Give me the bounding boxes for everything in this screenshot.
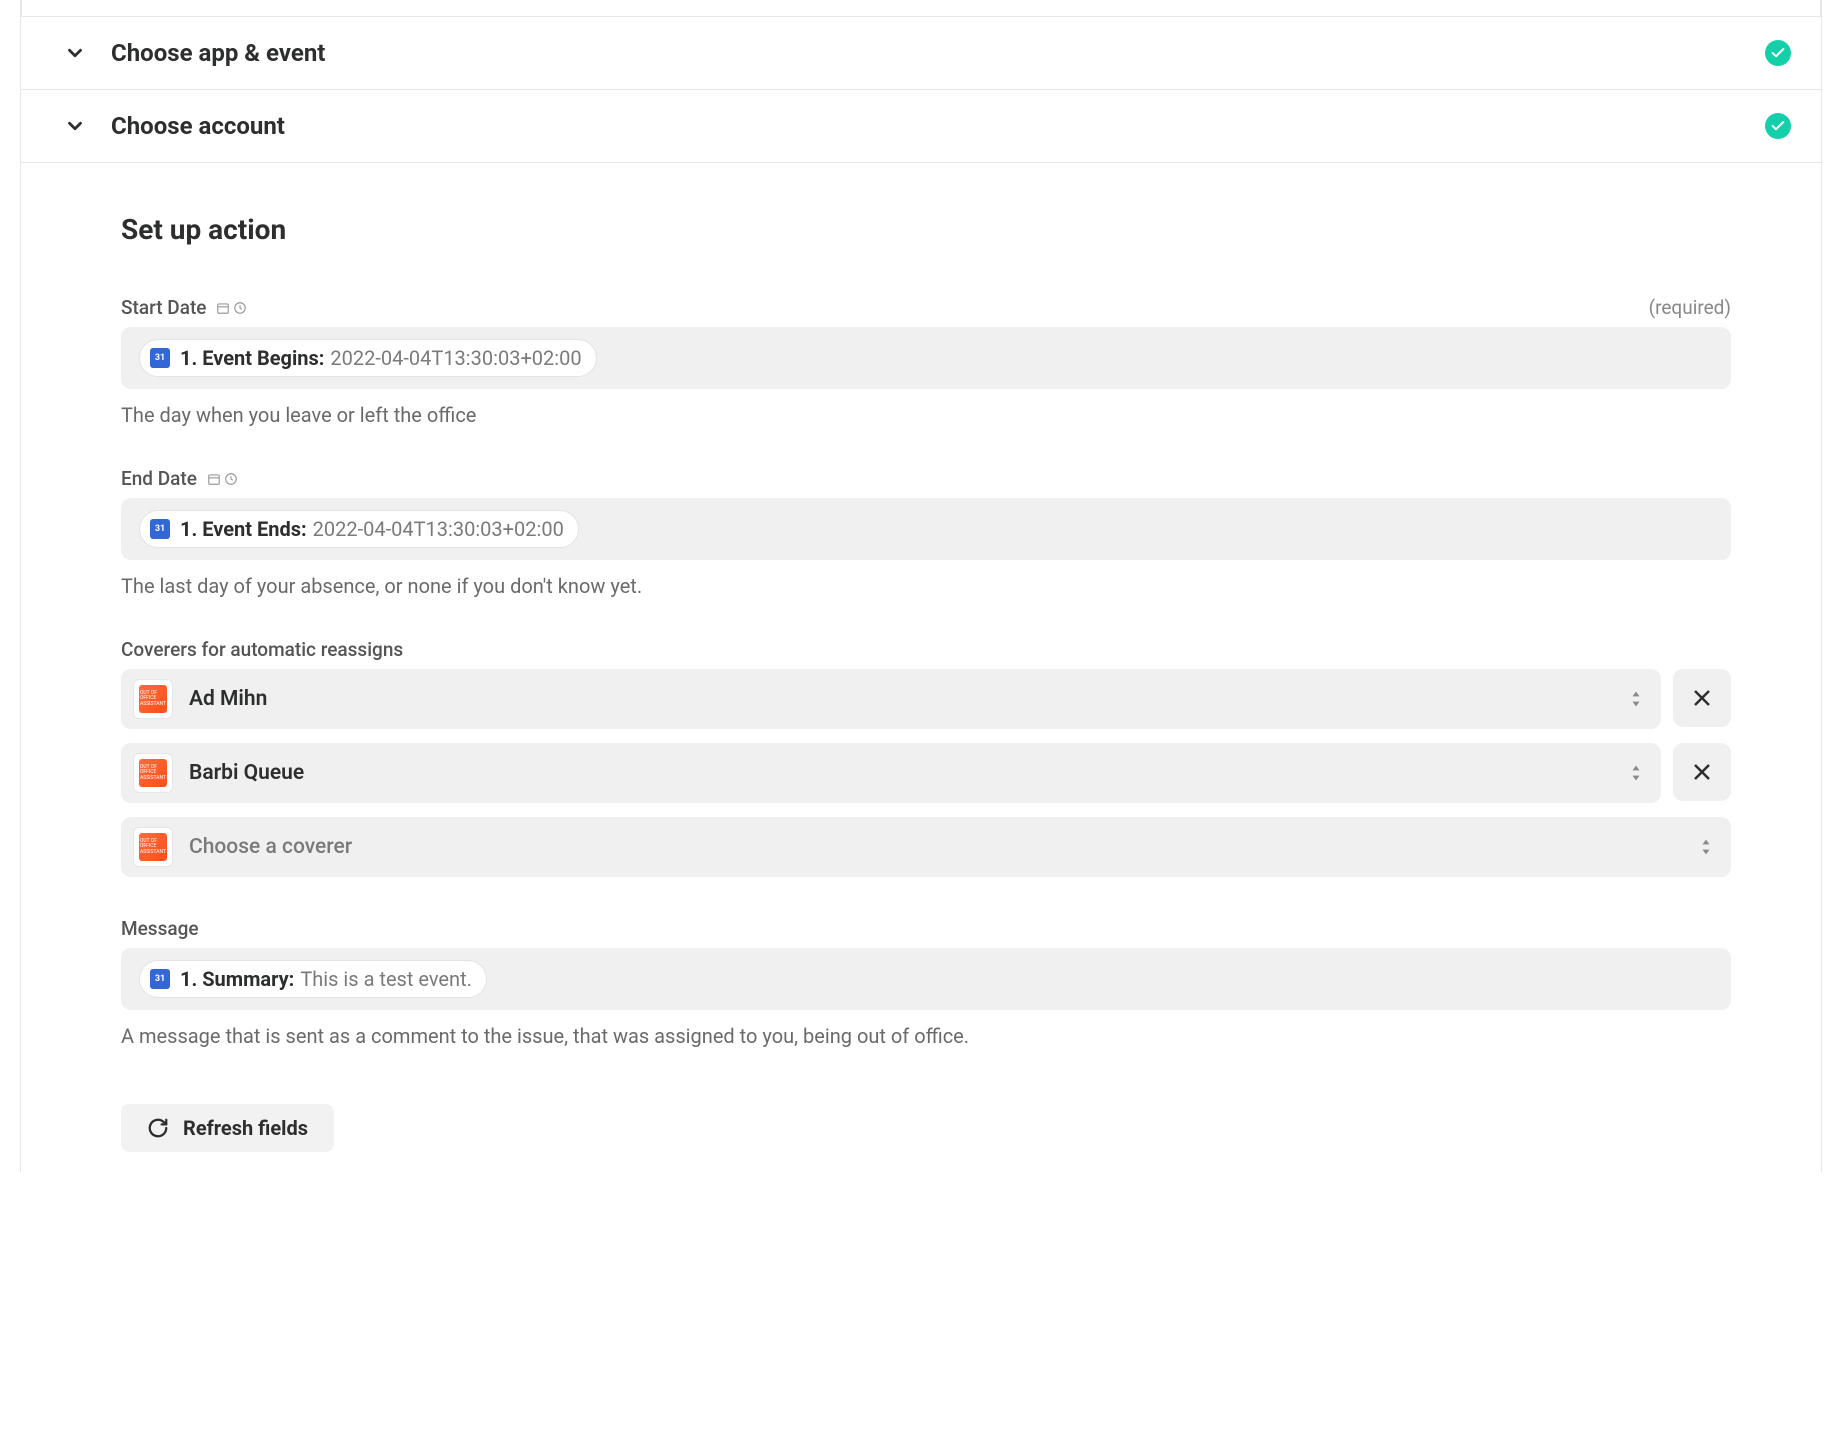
app-icon: OUT OF OFFICE ASSISTANT	[133, 679, 173, 719]
accordion-choose-account[interactable]: Choose account	[21, 90, 1821, 163]
pill-value: 2022-04-04T13:30:03+02:00	[330, 346, 581, 370]
message-label-row: Message	[121, 917, 1731, 940]
start-date-help: The day when you leave or left the offic…	[121, 403, 1731, 427]
pill-value: This is a test event.	[300, 967, 472, 991]
message-input[interactable]: 1. Summary: This is a test event.	[121, 948, 1731, 1010]
app-icon: OUT OF OFFICE ASSISTANT	[133, 827, 173, 867]
accordion-title: Choose account	[111, 112, 1765, 140]
coverer-name: Ad Mihn	[189, 687, 1629, 711]
start-date-label-row: Start Date (required)	[121, 296, 1731, 319]
accordion-title: Choose app & event	[111, 39, 1765, 67]
check-complete-icon	[1765, 113, 1791, 139]
message-pill[interactable]: 1. Summary: This is a test event.	[139, 960, 487, 998]
pill-value: 2022-04-04T13:30:03+02:00	[313, 517, 564, 541]
setup-action-section: Set up action Start Date (required) 1. E…	[21, 163, 1821, 1172]
refresh-label: Refresh fields	[183, 1116, 308, 1140]
calendar-icon	[150, 519, 170, 539]
coverer-row: OUT OF OFFICE ASSISTANT Barbi Queue	[121, 743, 1731, 803]
remove-coverer-button[interactable]	[1673, 669, 1731, 727]
end-date-input[interactable]: 1. Event Ends: 2022-04-04T13:30:03+02:00	[121, 498, 1731, 560]
coverer-select-empty[interactable]: OUT OF OFFICE ASSISTANT Choose a coverer	[121, 817, 1731, 877]
sort-icon	[1629, 689, 1643, 709]
calendar-icon	[150, 969, 170, 989]
calendar-icon	[150, 348, 170, 368]
remove-coverer-button[interactable]	[1673, 743, 1731, 801]
coverer-name: Barbi Queue	[189, 761, 1629, 785]
check-complete-icon	[1765, 40, 1791, 66]
pill-label: 1. Event Ends:	[180, 517, 307, 541]
chevron-down-icon	[61, 112, 89, 140]
end-date-pill[interactable]: 1. Event Ends: 2022-04-04T13:30:03+02:00	[139, 510, 579, 548]
coverer-row: OUT OF OFFICE ASSISTANT Ad Mihn	[121, 669, 1731, 729]
required-indicator: (required)	[1649, 296, 1731, 319]
accordion-choose-app-event[interactable]: Choose app & event	[21, 16, 1821, 90]
pill-label: 1. Event Begins:	[180, 346, 324, 370]
start-date-input[interactable]: 1. Event Begins: 2022-04-04T13:30:03+02:…	[121, 327, 1731, 389]
pill-label: 1. Summary:	[180, 967, 294, 991]
end-date-label: End Date	[121, 467, 197, 490]
coverer-select[interactable]: OUT OF OFFICE ASSISTANT Barbi Queue	[121, 743, 1661, 803]
start-date-pill[interactable]: 1. Event Begins: 2022-04-04T13:30:03+02:…	[139, 339, 597, 377]
field-type-icons	[207, 472, 238, 486]
end-date-label-row: End Date	[121, 467, 1731, 490]
start-date-label: Start Date	[121, 296, 206, 319]
coverer-placeholder: Choose a coverer	[189, 835, 1699, 859]
coverers-label-row: Coverers for automatic reassigns	[121, 638, 1731, 661]
section-title: Set up action	[121, 213, 1731, 246]
coverer-select[interactable]: OUT OF OFFICE ASSISTANT Ad Mihn	[121, 669, 1661, 729]
app-icon: OUT OF OFFICE ASSISTANT	[133, 753, 173, 793]
field-type-icons	[216, 301, 247, 315]
sort-icon	[1699, 837, 1713, 857]
message-help: A message that is sent as a comment to t…	[121, 1024, 1731, 1048]
refresh-icon	[147, 1117, 169, 1139]
refresh-fields-button[interactable]: Refresh fields	[121, 1104, 334, 1152]
sort-icon	[1629, 763, 1643, 783]
message-label: Message	[121, 917, 199, 940]
coverers-label: Coverers for automatic reassigns	[121, 638, 403, 661]
end-date-help: The last day of your absence, or none if…	[121, 574, 1731, 598]
coverer-row: OUT OF OFFICE ASSISTANT Choose a coverer	[121, 817, 1731, 877]
chevron-down-icon	[61, 39, 89, 67]
